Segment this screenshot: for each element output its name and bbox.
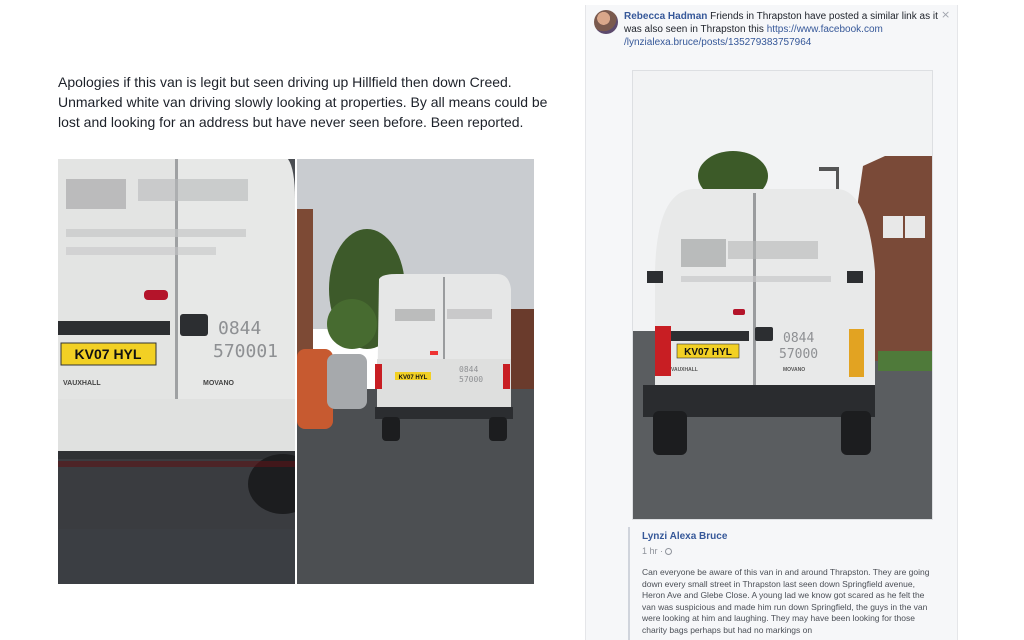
post-photo-van-street[interactable]: KV07 HYL 0844 57000: [297, 159, 534, 584]
comment: Rebecca Hadman Friends in Thrapston have…: [624, 10, 940, 49]
van-street-image: KV07 HYL 0844 57000: [297, 159, 534, 584]
shared-photo-card[interactable]: KV07 HYL 0844 57000 VAUXHALL MOVANO: [632, 70, 933, 520]
rear-grime-number: 0844: [218, 318, 261, 339]
shared-van-image: KV07 HYL 0844 57000 VAUXHALL MOVANO: [633, 71, 932, 519]
svg-text:KV07 HYL: KV07 HYL: [399, 375, 428, 381]
globe-icon: [665, 548, 673, 555]
post-text: Apologies if this van is legit but seen …: [58, 74, 548, 130]
avatar[interactable]: [594, 10, 618, 34]
svg-text:57000: 57000: [459, 375, 483, 384]
svg-text:0844: 0844: [783, 331, 814, 346]
shared-post-text: Can everyone be aware of this van in and…: [642, 567, 930, 635]
svg-text:0844: 0844: [459, 365, 478, 374]
svg-text:KV07 HYL: KV07 HYL: [684, 347, 732, 358]
post-photo-van-closeup[interactable]: KV07 HYL 0844 570001 VAUXHALL MOVANO: [58, 159, 295, 584]
svg-text:570001: 570001: [213, 341, 278, 362]
svg-text:MOVANO: MOVANO: [203, 380, 235, 387]
plate-text: KV07 HYL: [75, 346, 142, 362]
shared-post-author[interactable]: Lynzi Alexa Bruce: [642, 531, 727, 542]
comment-author-link[interactable]: Rebecca Hadman: [624, 11, 707, 22]
svg-text:VAUXHALL: VAUXHALL: [671, 367, 698, 373]
svg-text:MOVANO: MOVANO: [783, 367, 805, 373]
brand-text: VAUXHALL: [63, 380, 101, 387]
van-closeup-image: KV07 HYL 0844 570001 VAUXHALL MOVANO: [58, 159, 295, 584]
shared-post-time[interactable]: 1 hr ·: [642, 546, 673, 556]
svg-text:57000: 57000: [779, 347, 818, 362]
shared-photo[interactable]: KV07 HYL 0844 57000 VAUXHALL MOVANO: [633, 71, 932, 519]
close-icon[interactable]: ×: [941, 8, 950, 21]
